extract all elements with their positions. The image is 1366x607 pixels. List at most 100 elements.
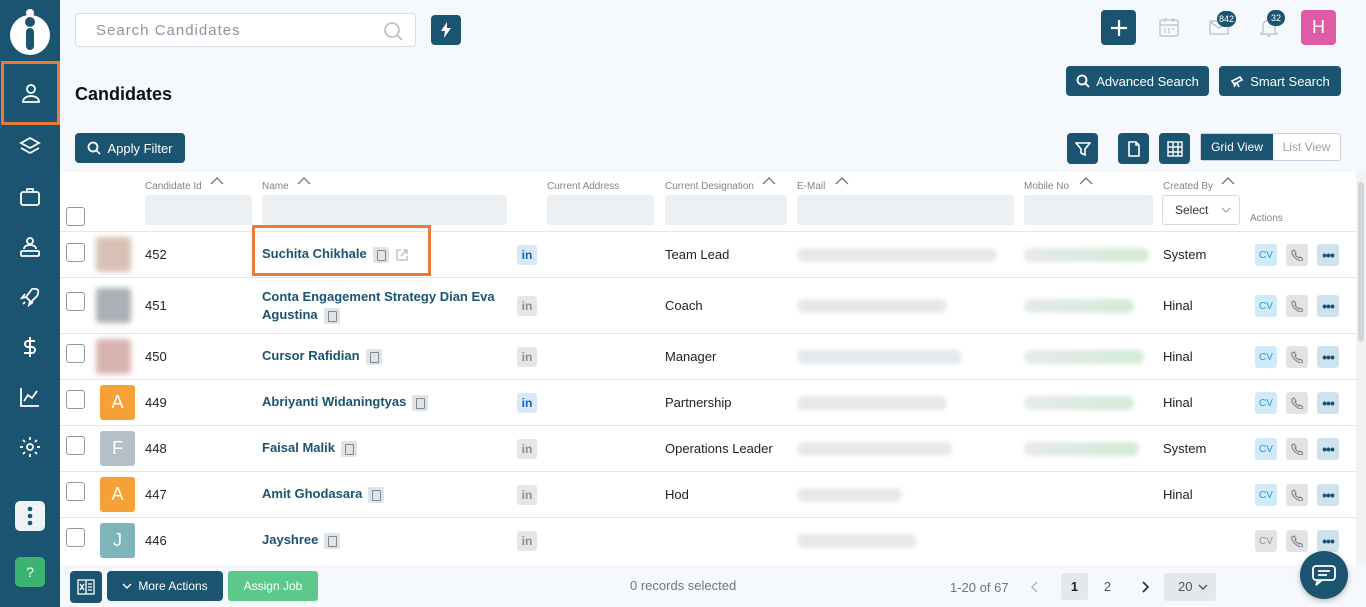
cv-button[interactable]: CV: [1255, 530, 1277, 552]
column-header-name[interactable]: Name: [262, 181, 289, 192]
more-menu-button[interactable]: [15, 501, 45, 531]
nav-reports[interactable]: [0, 372, 60, 422]
resume-icon[interactable]: [323, 307, 340, 324]
sort-up-icon[interactable]: [835, 177, 849, 185]
candidate-name-link[interactable]: Cursor Rafidian: [262, 347, 382, 365]
candidate-name-link[interactable]: Amit Ghodasara: [262, 485, 385, 503]
sort-up-icon[interactable]: [297, 177, 311, 185]
resume-icon[interactable]: [340, 440, 357, 457]
row-checkbox[interactable]: [66, 482, 85, 501]
filter-current-address[interactable]: [547, 195, 654, 225]
cv-button[interactable]: CV: [1255, 295, 1277, 317]
candidate-name[interactable]: Abriyanti Widaningtyas: [262, 394, 406, 409]
user-avatar[interactable]: H: [1301, 10, 1336, 45]
row-more-button[interactable]: •••: [1317, 244, 1339, 266]
candidate-name[interactable]: Conta Engagement Strategy Dian Eva Agust…: [262, 289, 495, 322]
search-icon[interactable]: [383, 21, 403, 41]
nav-launch[interactable]: [0, 272, 60, 322]
row-checkbox[interactable]: [66, 344, 85, 363]
cv-button[interactable]: CV: [1255, 346, 1277, 368]
call-button[interactable]: [1286, 295, 1308, 317]
row-more-button[interactable]: •••: [1317, 438, 1339, 460]
cv-button[interactable]: CV: [1255, 484, 1277, 506]
column-header-current-designation[interactable]: Current Designation: [665, 181, 754, 192]
cv-button[interactable]: CV: [1255, 392, 1277, 414]
linkedin-icon[interactable]: in: [517, 245, 537, 265]
sort-up-icon[interactable]: [1221, 177, 1235, 185]
table-row[interactable]: A 449 Abriyanti Widaningtyas in Partners…: [60, 379, 1356, 425]
scrollbar-thumb[interactable]: [1358, 182, 1364, 342]
column-header-email[interactable]: E-Mail: [797, 181, 825, 192]
chat-button[interactable]: [1300, 551, 1348, 599]
candidate-name[interactable]: Amit Ghodasara: [262, 486, 362, 501]
export-document-button[interactable]: [1118, 133, 1149, 164]
linkedin-icon[interactable]: in: [517, 393, 537, 413]
page-2-button[interactable]: 2: [1094, 573, 1121, 600]
column-header-created-by[interactable]: Created By: [1163, 181, 1213, 192]
row-more-button[interactable]: •••: [1317, 295, 1339, 317]
grid-view-tab[interactable]: Grid View: [1201, 134, 1273, 160]
nav-clients[interactable]: [0, 222, 60, 272]
prev-page-button[interactable]: [1021, 573, 1048, 600]
more-actions-button[interactable]: More Actions: [107, 571, 223, 601]
advanced-search-button[interactable]: Advanced Search: [1066, 66, 1209, 96]
row-checkbox[interactable]: [66, 528, 85, 547]
next-page-button[interactable]: [1132, 573, 1159, 600]
cv-button[interactable]: CV: [1255, 438, 1277, 460]
filter-candidate-id[interactable]: [145, 195, 252, 225]
table-row[interactable]: J 446 Jayshree in CV •••: [60, 517, 1356, 565]
table-row[interactable]: A 447 Amit Ghodasara in Hod Hinal CV •••: [60, 471, 1356, 517]
resume-icon[interactable]: [365, 348, 382, 365]
row-checkbox[interactable]: [66, 243, 85, 262]
app-logo[interactable]: [9, 8, 51, 56]
cv-button[interactable]: CV: [1255, 244, 1277, 266]
page-1-button[interactable]: 1: [1061, 573, 1088, 600]
row-more-button[interactable]: •••: [1317, 346, 1339, 368]
filter-mobile[interactable]: [1024, 195, 1153, 225]
call-button[interactable]: [1286, 392, 1308, 414]
linkedin-icon[interactable]: in: [517, 531, 537, 551]
search-input[interactable]: [96, 14, 376, 46]
sort-up-icon[interactable]: [1079, 177, 1093, 185]
candidate-name[interactable]: Cursor Rafidian: [262, 348, 360, 363]
resume-icon[interactable]: [368, 486, 385, 503]
table-row[interactable]: F 448 Faisal Malik in Operations Leader …: [60, 425, 1356, 471]
nav-jobs[interactable]: [0, 172, 60, 222]
filter-button[interactable]: [1067, 133, 1098, 164]
row-checkbox[interactable]: [66, 292, 85, 311]
linkedin-icon[interactable]: in: [517, 439, 537, 459]
add-button[interactable]: [1101, 10, 1136, 45]
resume-icon[interactable]: [324, 532, 341, 549]
nav-settings[interactable]: [0, 422, 60, 472]
column-header-current-address[interactable]: Current Address: [547, 181, 619, 192]
filter-name[interactable]: [262, 195, 507, 225]
quick-action-button[interactable]: [431, 15, 461, 45]
call-button[interactable]: [1286, 438, 1308, 460]
candidate-name-link[interactable]: Faisal Malik: [262, 439, 357, 457]
candidate-name-link[interactable]: Jayshree: [262, 531, 341, 549]
resume-icon[interactable]: [412, 394, 429, 411]
call-button[interactable]: [1286, 244, 1308, 266]
filter-email[interactable]: [797, 195, 1014, 225]
row-checkbox[interactable]: [66, 436, 85, 455]
nav-candidates[interactable]: [1, 61, 60, 125]
linkedin-icon[interactable]: in: [517, 347, 537, 367]
assign-job-button[interactable]: Assign Job: [228, 571, 318, 601]
call-button[interactable]: [1286, 530, 1308, 552]
row-more-button[interactable]: •••: [1317, 530, 1339, 552]
row-more-button[interactable]: •••: [1317, 392, 1339, 414]
export-excel-button[interactable]: [70, 571, 102, 603]
nav-layers[interactable]: [0, 122, 60, 172]
column-header-candidate-id[interactable]: Candidate Id: [145, 181, 202, 192]
table-row[interactable]: 451 Conta Engagement Strategy Dian Eva A…: [60, 277, 1356, 333]
calendar-icon[interactable]: [1158, 16, 1180, 38]
created-by-select[interactable]: Select: [1162, 195, 1240, 225]
filter-current-designation[interactable]: [665, 195, 787, 225]
call-button[interactable]: [1286, 484, 1308, 506]
columns-button[interactable]: [1159, 133, 1190, 164]
candidate-name-link[interactable]: Conta Engagement Strategy Dian Eva Agust…: [262, 288, 502, 324]
row-more-button[interactable]: •••: [1317, 484, 1339, 506]
linkedin-icon[interactable]: in: [517, 296, 537, 316]
sort-up-icon[interactable]: [762, 177, 776, 185]
apply-filter-button[interactable]: Apply Filter: [75, 133, 185, 163]
